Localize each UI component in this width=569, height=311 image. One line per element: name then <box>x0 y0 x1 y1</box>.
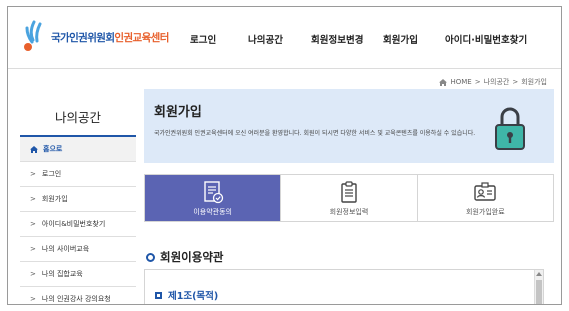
sidebar-item-label: 로그인 <box>41 170 62 178</box>
step-member-info: 회원정보입력 <box>280 175 417 221</box>
chevron-right-icon: > <box>30 220 36 228</box>
site-header: 국가인권위원회인권교육센터 로그인 나의공간 회원정보변경 회원가입 아이디·비… <box>8 7 561 69</box>
breadcrumb-my-space[interactable]: 나의공간 <box>484 77 510 87</box>
sidebar-item-join[interactable]: > 회원가입 <box>20 187 136 212</box>
square-bullet-icon <box>155 291 162 299</box>
sidebar-title: 나의공간 <box>20 97 136 137</box>
sidebar-item-label: 나의 인권강사 강의요청 <box>41 295 111 303</box>
sidebar-item-find-id-password[interactable]: > 아이디&비밀번호찾기 <box>20 212 136 237</box>
page-frame: 국가인권위원회인권교육센터 로그인 나의공간 회원정보변경 회원가입 아이디·비… <box>7 6 562 305</box>
chevron-right-icon: > <box>30 245 36 253</box>
sidebar-item-cyber-education[interactable]: > 나의 사이버교육 <box>20 237 136 262</box>
sidebar-item-group-education[interactable]: > 나의 집합교육 <box>20 262 136 287</box>
terms-scrollbar[interactable] <box>534 270 543 304</box>
scroll-up-icon[interactable] <box>536 272 542 276</box>
nav-login[interactable]: 로그인 <box>190 32 216 46</box>
id-card-icon <box>474 181 497 201</box>
chevron-right-icon: > <box>30 270 36 278</box>
home-icon <box>439 78 448 86</box>
nav-member-edit[interactable]: 회원정보변경 <box>311 32 363 46</box>
step-label: 이용약관동의 <box>193 207 232 216</box>
chevron-right-icon: > <box>30 195 36 203</box>
circle-bullet-icon <box>146 252 155 262</box>
site-logo[interactable]: 국가인권위원회인권교육센터 <box>20 17 180 57</box>
chevron-right-icon: > <box>30 295 36 303</box>
lock-icon <box>495 107 525 150</box>
sidebar-item-instructor-request[interactable]: > 나의 인권강사 강의요청 <box>20 287 136 304</box>
section-title: 회원이용약관 <box>146 249 223 265</box>
sidebar-item-label: 아이디&비밀번호찾기 <box>41 220 106 228</box>
terms-box[interactable]: 제1조(목적) <box>144 269 544 304</box>
breadcrumb: HOME > 나의공간 > 회원가입 <box>439 77 547 87</box>
home-icon <box>30 145 38 153</box>
document-check-icon <box>203 180 223 203</box>
nav-find-id-password[interactable]: 아이디·비밀번호찾기 <box>445 32 527 46</box>
breadcrumb-current: 회원가입 <box>521 78 547 86</box>
breadcrumb-separator: > <box>512 78 519 86</box>
logo-text: 국가인권위원회인권교육센터 <box>51 31 169 44</box>
page-description: 국가인권위원회 인권교육센터에 오신 여러분을 환영합니다. 회원이 되시면 다… <box>154 130 476 137</box>
terms-article-title: 제1조(목적) <box>155 288 218 302</box>
step-signup-complete: 회원가입완료 <box>416 175 553 221</box>
sidebar-item-home[interactable]: 홈으로 <box>20 137 136 162</box>
sidebar-item-label: 나의 집합교육 <box>41 270 83 278</box>
chevron-right-icon: > <box>30 170 36 178</box>
terms-article-text: 제1조(목적) <box>168 291 219 302</box>
nav-my-space[interactable]: 나의공간 <box>248 32 283 46</box>
nav-join[interactable]: 회원가입 <box>383 32 418 46</box>
step-label: 회원가입완료 <box>466 207 505 216</box>
breadcrumb-home[interactable]: HOME <box>450 78 471 86</box>
sidebar: 나의공간 홈으로 > 로그인 > 회원가입 > 아이디&비밀번호찾기 > 나의 … <box>20 97 136 304</box>
section-title-text: 회원이용약관 <box>160 250 224 264</box>
sidebar-item-label: 회원가입 <box>41 195 68 203</box>
page-banner: 회원가입 국가인권위원회 인권교육센터에 오신 여러분을 환영합니다. 회원이 … <box>144 89 554 163</box>
step-terms-agreement: 이용약관동의 <box>145 175 281 221</box>
sidebar-item-label: 나의 사이버교육 <box>41 245 90 253</box>
signup-steps: 이용약관동의 회원정보입력 회원가입완료 <box>144 174 554 222</box>
sidebar-item-label: 홈으로 <box>43 145 63 153</box>
step-label: 회원정보입력 <box>329 207 369 216</box>
clipboard-icon <box>341 180 357 203</box>
sidebar-item-login[interactable]: > 로그인 <box>20 162 136 187</box>
scroll-thumb[interactable] <box>536 280 542 304</box>
logo-mark-icon <box>24 20 42 51</box>
breadcrumb-separator: > <box>474 78 481 86</box>
page-title: 회원가입 <box>154 105 202 120</box>
